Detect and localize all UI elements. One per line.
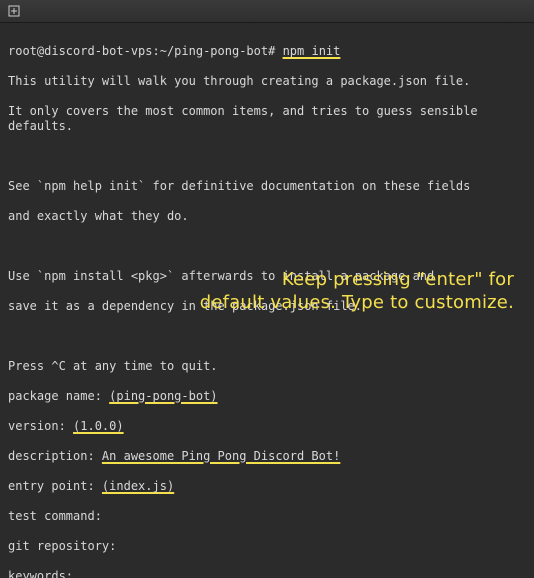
input-description: An awesome Ping Pong Discord Bot! — [102, 449, 340, 463]
output-line: and exactly what they do. — [8, 209, 526, 224]
input-package-name: (ping-pong-bot) — [109, 389, 217, 403]
output-blank — [8, 239, 526, 254]
prompt-path: ~/ping-pong-bot — [160, 44, 268, 58]
titlebar — [0, 0, 534, 23]
input-entry-point: (index.js) — [102, 479, 174, 493]
prompt-git-repository: git repository: — [8, 539, 526, 554]
output-blank — [8, 149, 526, 164]
prompt-line-1: root@discord-bot-vps:~/ping-pong-bot# np… — [8, 44, 526, 59]
output-blank — [8, 329, 526, 344]
prompt-keywords: keywords: — [8, 569, 526, 578]
prompt-test-command: test command: — [8, 509, 526, 524]
prompt-description: description: An awesome Ping Pong Discor… — [8, 449, 526, 464]
annotation-line-1: Keep pressing "enter" for — [200, 268, 514, 291]
annotation-text: Keep pressing "enter" for default values… — [200, 268, 514, 315]
output-line: This utility will walk you through creat… — [8, 74, 526, 89]
prompt-entry-point: entry point: (index.js) — [8, 479, 526, 494]
command-npm-init: npm init — [283, 44, 341, 58]
prompt-package-name: package name: (ping-pong-bot) — [8, 389, 526, 404]
annotation-line-2: default values. Type to customize. — [200, 291, 514, 314]
output-line: See `npm help init` for definitive docum… — [8, 179, 526, 194]
input-version: (1.0.0) — [73, 419, 124, 433]
output-line: It only covers the most common items, an… — [8, 104, 526, 134]
prompt-user: root@discord-bot-vps — [8, 44, 153, 58]
new-tab-icon[interactable] — [6, 3, 22, 19]
prompt-version: version: (1.0.0) — [8, 419, 526, 434]
output-line: Press ^C at any time to quit. — [8, 359, 526, 374]
